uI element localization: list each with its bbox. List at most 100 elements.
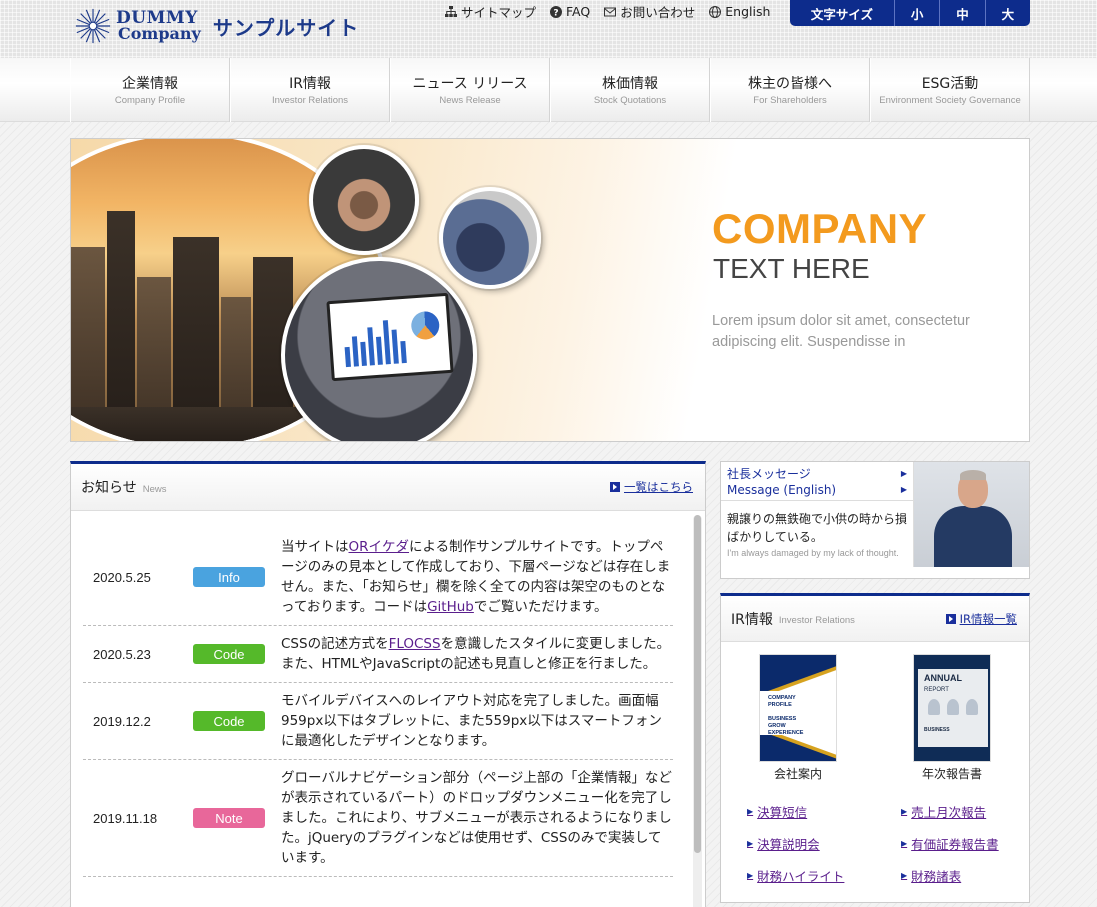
- news-item: 2020.5.25 Info 当サイトはORイケダによる制作サンプルサイトです。…: [83, 529, 673, 626]
- news-tag-info: Info: [193, 567, 265, 587]
- gnav-item-stock[interactable]: 株価情報 Stock Quotations: [550, 58, 710, 122]
- gnav-sublabel: Environment Society Governance: [879, 94, 1021, 106]
- english-label: English: [725, 4, 771, 19]
- arrow-box-icon: [610, 482, 620, 492]
- ir-link-grid: ▶ 決算短信 ▶ 売上月次報告 ▶ 決算説明会 ▶ 有価証券報告書 ▶ 財務ハイライト ▶…: [747, 802, 1017, 884]
- news-item: 2019.11.18 Note グローバルナビゲーション部分（ページ上部の「企業…: [83, 760, 673, 877]
- triangle-right-icon: ▶: [747, 838, 754, 848]
- font-size-label: 文字サイズ: [810, 6, 874, 22]
- logo-wordmark: DUMMY Company: [116, 10, 201, 42]
- ir-title: IR情報: [731, 611, 773, 628]
- ir-title-en: Investor Relations: [778, 615, 855, 626]
- triangle-right-icon: ▶: [747, 806, 754, 816]
- site-logo[interactable]: DUMMY Company サンプルサイト: [74, 6, 359, 46]
- sitemap-label: サイトマップ: [461, 5, 537, 20]
- gnav-label: 株主の皆様へ: [748, 75, 832, 92]
- ceo-quote: 親譲りの無鉄砲で小供の時から損ばかりしている。: [727, 512, 908, 544]
- starburst-logo-icon: [75, 8, 111, 44]
- ir-documents: COMPANY PROFILE BUSINESS GROW EXPERIENCE 会社案…: [721, 654, 1029, 782]
- annual-report-doc[interactable]: ANNUAL REPORT BUSINESS 年次報告書: [875, 654, 1029, 782]
- news-list: 2020.5.25 Info 当サイトはORイケダによる制作サンプルサイトです。…: [83, 529, 673, 877]
- news-panel: お知らせ News 一覧はこちら 2020.5.25 Info 当サイトはORイ…: [70, 461, 706, 907]
- hero-subtitle: TEXT HERE: [713, 253, 870, 284]
- github-link[interactable]: GitHub: [427, 599, 474, 615]
- ceo-message-panel: 社長メッセージ ▶ Message (English) ▶ 親譲りの無鉄砲で小供…: [720, 461, 1030, 579]
- ceo-message-link[interactable]: 社長メッセージ ▶: [727, 466, 907, 482]
- gnav-sublabel: For Shareholders: [753, 94, 827, 106]
- news-text: CSSの記述方式をFLOCSSを意識したスタイルに変更しました。また、HTMLや…: [281, 636, 671, 672]
- news-more-label: 一覧はこちら: [624, 480, 693, 494]
- gnav-sublabel: News Release: [439, 94, 501, 106]
- question-circle-icon: ?: [550, 5, 563, 18]
- gnav-item-shareholders[interactable]: 株主の皆様へ For Shareholders: [710, 58, 870, 122]
- message-english-link[interactable]: Message (English) ▶: [727, 482, 907, 498]
- gnav-item-esg[interactable]: ESG活動 Environment Society Governance: [870, 58, 1030, 122]
- news-tag-note: Note: [193, 808, 265, 828]
- ir-panel-header: IR情報 Investor Relations IR情報一覧: [721, 596, 1029, 642]
- global-nav: 企業情報 Company Profile IR情報 Investor Relat…: [0, 58, 1097, 122]
- teamwork-hands-image: [309, 145, 419, 255]
- news-scroll-area[interactable]: 2020.5.25 Info 当サイトはORイケダによる制作サンプルサイトです。…: [71, 511, 705, 907]
- news-text: グローバルナビゲーション部分（ページ上部の「企業情報」などが表示されているパート…: [281, 770, 672, 866]
- news-date: 2019.11.18: [93, 810, 158, 826]
- gnav-sublabel: Stock Quotations: [593, 94, 667, 106]
- message-english-label: Message (English): [727, 483, 837, 497]
- news-tag-code: Code: [193, 644, 265, 664]
- news-title-en: News: [142, 483, 167, 495]
- news-text: モバイルデバイスへのレイアウト対応を完了しました。画面幅959px以下はタブレッ…: [281, 693, 662, 749]
- ir-link-kessan-tanshin[interactable]: ▶ 決算短信: [747, 802, 901, 820]
- faq-label: FAQ: [566, 4, 591, 19]
- orikeda-link[interactable]: ORイケダ: [349, 539, 410, 555]
- triangle-right-icon: ▶: [900, 485, 907, 494]
- contact-link[interactable]: お問い合わせ: [604, 2, 695, 21]
- ir-link-securities-report[interactable]: ▶ 有価証券報告書: [901, 834, 1031, 852]
- english-link[interactable]: English: [709, 2, 770, 21]
- ir-panel: IR情報 Investor Relations IR情報一覧 COMPANY PR…: [720, 593, 1030, 903]
- site-name: サンプルサイト: [212, 15, 360, 40]
- gnav-sublabel: Company Profile: [114, 94, 186, 106]
- gnav-item-company[interactable]: 企業情報 Company Profile: [70, 58, 230, 122]
- triangle-right-icon: ▶: [901, 806, 908, 816]
- gnav-sublabel: Investor Relations: [271, 94, 349, 106]
- ir-link-financial-highlights[interactable]: ▶ 財務ハイライト: [747, 866, 901, 884]
- annual-report-label: 年次報告書: [921, 767, 982, 781]
- hero-banner: COMPANY TEXT HERE Lorem ipsum dolor sit …: [70, 138, 1030, 442]
- font-size-switcher: 文字サイズ 小 中 大: [790, 0, 1030, 26]
- ir-link-financial-statements[interactable]: ▶ 財務諸表: [901, 866, 1031, 884]
- company-profile-doc[interactable]: COMPANY PROFILE BUSINESS GROW EXPERIENCE 会社案…: [721, 654, 875, 782]
- gnav-label: 株価情報: [602, 75, 658, 92]
- font-size-medium-button[interactable]: 中: [939, 0, 984, 26]
- company-profile-cover: COMPANY PROFILE BUSINESS GROW EXPERIENCE: [759, 654, 837, 762]
- sitemap-link[interactable]: サイトマップ: [445, 2, 536, 21]
- company-profile-cover-text: COMPANY PROFILE BUSINESS GROW EXPERIENCE: [768, 695, 804, 736]
- triangle-right-icon: ▶: [747, 870, 754, 880]
- hero-title: COMPANY: [712, 205, 928, 252]
- triangle-right-icon: ▶: [901, 870, 908, 880]
- ir-more-label: IR情報一覧: [959, 611, 1017, 626]
- gnav-item-ir[interactable]: IR情報 Investor Relations: [230, 58, 390, 122]
- ir-more-link[interactable]: IR情報一覧: [945, 611, 1017, 627]
- laptop-analytics-image: [281, 257, 477, 441]
- faq-link[interactable]: ? FAQ: [550, 2, 590, 21]
- ir-link-results-briefing[interactable]: ▶ 決算説明会: [747, 834, 901, 852]
- news-more-link[interactable]: 一覧はこちら: [610, 479, 693, 495]
- news-item: 2020.5.23 Code CSSの記述方式をFLOCSSを意識したスタイルに…: [83, 626, 673, 683]
- triangle-right-icon: ▶: [901, 838, 908, 848]
- gnav-label: ESG活動: [921, 75, 979, 92]
- gnav-label: ニュース リリース: [412, 75, 528, 92]
- ceo-message-label: 社長メッセージ: [727, 467, 811, 481]
- news-text: 当サイトはORイケダによる制作サンプルサイトです。トップページのみの見本として作…: [281, 539, 671, 615]
- gnav-item-news[interactable]: ニュース リリース News Release: [390, 58, 550, 122]
- gnav-label: 企業情報: [122, 75, 178, 92]
- news-item: 2019.12.2 Code モバイルデバイスへのレイアウト対応を完了しました。…: [83, 683, 673, 760]
- contact-label: お問い合わせ: [620, 5, 696, 20]
- sitemap-icon: [445, 5, 457, 17]
- annual-report-cover-text: ANNUAL REPORT: [924, 673, 962, 693]
- font-size-large-button[interactable]: 大: [984, 0, 1030, 26]
- flocss-link[interactable]: FLOCSS: [389, 636, 441, 652]
- ir-link-monthly-sales[interactable]: ▶ 売上月次報告: [901, 802, 1031, 820]
- news-scrollbar-thumb[interactable]: [694, 515, 701, 853]
- news-scrollbar[interactable]: [693, 515, 702, 907]
- font-size-small-button[interactable]: 小: [894, 0, 939, 26]
- company-profile-label: 会社案内: [773, 767, 822, 781]
